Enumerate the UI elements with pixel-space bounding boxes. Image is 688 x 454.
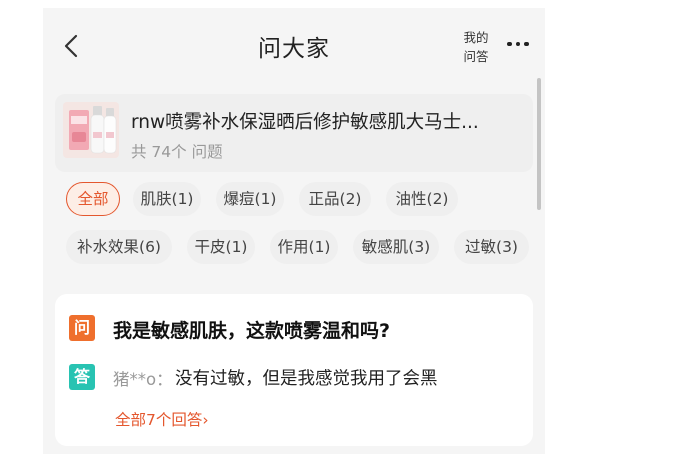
tag-dry-skin[interactable]: 干皮(1) — [187, 230, 255, 264]
tag-sensitive-skin[interactable]: 敏感肌(3) — [353, 230, 439, 264]
more-dots-icon — [515, 41, 521, 47]
tag-skin[interactable]: 肌肤(1) — [133, 182, 201, 216]
my-qa-label-line1: 我的 — [463, 30, 489, 45]
tag-allergy[interactable]: 过敏(3) — [454, 230, 529, 264]
answer-icon: 答 — [69, 364, 95, 390]
tag-authentic[interactable]: 正品(2) — [299, 182, 371, 216]
more-dots-icon — [507, 41, 512, 47]
scrollbar[interactable] — [537, 78, 541, 210]
app-screen: 问大家 我的 问答 rnw喷雾补水保湿晒后修护敏感肌大马士... 共 74个 问… — [43, 8, 545, 454]
tag-oily[interactable]: 油性(2) — [386, 182, 458, 216]
more-dots-icon — [524, 41, 529, 47]
answer-text: 没有过敏，但是我感觉我用了会黑 — [175, 369, 438, 389]
product-card[interactable]: rnw喷雾补水保湿晒后修护敏感肌大马士... 共 74个 问题 — [55, 94, 533, 172]
question-text: 我是敏感肌肤，这款喷雾温和吗? — [113, 320, 391, 342]
chevron-right-icon: › — [202, 411, 209, 429]
nav-bar: 问大家 我的 问答 — [43, 8, 545, 84]
tag-acne[interactable]: 爆痘(1) — [216, 182, 284, 216]
answer-user: 猪**o： — [113, 370, 173, 389]
product-name: rnw喷雾补水保湿晒后修护敏感肌大马士... — [131, 112, 479, 133]
page: 问大家 我的 问答 rnw喷雾补水保湿晒后修护敏感肌大马士... 共 74个 问… — [0, 0, 688, 454]
tag-all[interactable]: 全部 — [66, 182, 120, 216]
qa-card[interactable]: 问 我是敏感肌肤，这款喷雾温和吗? 答 猪**o： 没有过敏，但是我感觉我用了会… — [55, 294, 533, 446]
product-image — [63, 102, 119, 158]
product-thumbnail — [63, 102, 119, 158]
more-button[interactable] — [503, 34, 533, 54]
my-qa-button[interactable]: 我的 问答 — [456, 28, 496, 66]
tag-effect[interactable]: 作用(1) — [270, 230, 338, 264]
my-qa-label-line2: 问答 — [463, 49, 489, 64]
all-answers-label: 全部7个回答 — [115, 411, 203, 429]
all-answers-link[interactable]: 全部7个回答› — [115, 408, 209, 430]
question-count: 共 74个 问题 — [131, 143, 223, 161]
tag-hydration[interactable]: 补水效果(6) — [66, 230, 172, 264]
question-icon: 问 — [69, 315, 95, 341]
